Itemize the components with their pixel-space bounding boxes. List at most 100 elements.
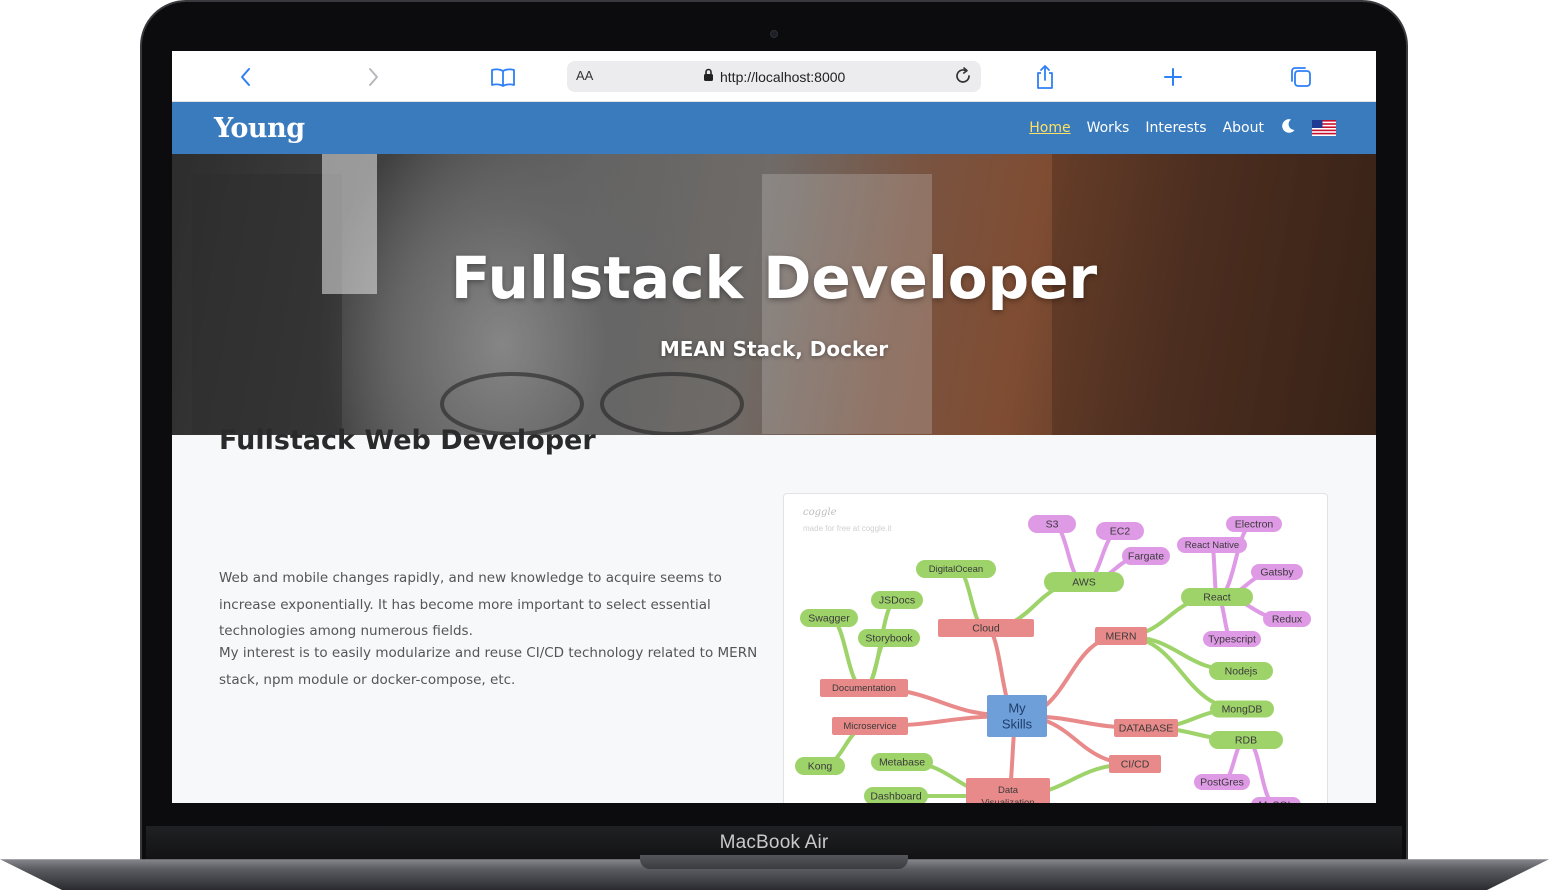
- hero-banner: Fullstack Developer MEAN Stack, Docker: [172, 154, 1376, 435]
- lock-icon: [703, 67, 714, 86]
- mindmap-link-react-electron: [1215, 522, 1256, 599]
- laptop-base-notch: [640, 855, 908, 869]
- mindmap-node-react-label: React: [1203, 592, 1231, 604]
- mindmap-node-mern-label: MERN: [1106, 631, 1137, 643]
- mindmap-node-mssql[interactable]: MsSQL: [1251, 797, 1301, 803]
- mindmap-node-nodejs-label: Nodejs: [1225, 666, 1258, 678]
- mindmap-node-aws-label: AWS: [1072, 577, 1096, 589]
- mindmap-node-ec2-label: EC2: [1110, 526, 1131, 538]
- mindmap-node-documentation[interactable]: Documentation: [820, 679, 908, 697]
- mindmap-node-typescript[interactable]: Typescript: [1203, 631, 1261, 647]
- mindmap-node-microservice[interactable]: Microservice: [832, 717, 908, 735]
- mindmap-node-fargate[interactable]: Fargate: [1122, 547, 1170, 565]
- mindmap-node-redux-label: Redux: [1272, 614, 1303, 626]
- mindmap-node-dataviz-label: Data: [998, 785, 1019, 796]
- mindmap-center-node[interactable]: MySkills: [987, 695, 1047, 737]
- mindmap-node-dataviz[interactable]: DataVisualization: [966, 778, 1050, 803]
- mindmap-node-microservice-label: Microservice: [843, 721, 896, 732]
- mindmap-node-mongodb-label: MongDB: [1222, 704, 1263, 716]
- browser-screen: AA http://localhost:8000 Young Home Work…: [172, 51, 1376, 803]
- moon-icon[interactable]: [1280, 118, 1296, 138]
- site-navbar: Young Home Works Interests About: [172, 102, 1376, 154]
- mindmap-node-swagger-label: Swagger: [808, 613, 850, 625]
- mindmap-node-dashboard[interactable]: Dashboard: [864, 787, 928, 803]
- nav-about[interactable]: About: [1223, 120, 1264, 136]
- mindmap-node-dashboard-label: Dashboard: [870, 791, 922, 803]
- mindmap-link-documentation-swagger: [827, 616, 866, 690]
- browser-toolbar: AA http://localhost:8000: [172, 51, 1376, 102]
- mindmap-node-reactnative[interactable]: React Native: [1177, 537, 1247, 553]
- mindmap-node-cicd[interactable]: CI/CD: [1109, 755, 1161, 773]
- mindmap-node-metabase[interactable]: Metabase: [871, 753, 933, 771]
- skills-mindmap: coggle made for free at coggle.it S3 EC2 F…: [783, 493, 1328, 803]
- section-heading: Fullstack Web Developer: [219, 425, 596, 456]
- mindmap-center-node-label: My: [1008, 700, 1026, 715]
- mindmap-node-reactnative-label: React Native: [1185, 540, 1239, 551]
- nav-home[interactable]: Home: [1029, 120, 1070, 136]
- mindmap-node-mern[interactable]: MERN: [1095, 627, 1147, 645]
- mindmap-node-gatsby-label: Gatsby: [1260, 567, 1294, 579]
- plus-icon[interactable]: [1160, 64, 1186, 90]
- share-icon[interactable]: [1032, 64, 1058, 90]
- reload-icon[interactable]: [953, 66, 973, 90]
- intro-paragraph-2: My interest is to easily modularize and …: [219, 645, 758, 688]
- us-flag-icon[interactable]: [1312, 120, 1336, 136]
- hero-title: Fullstack Developer: [450, 244, 1098, 312]
- mindmap-node-digitalocean-label: DigitalOcean: [929, 564, 983, 575]
- mindmap-node-redux[interactable]: Redux: [1263, 611, 1311, 627]
- mindmap-node-fargate-label: Fargate: [1128, 551, 1164, 563]
- mindmap-node-storybook-label: Storybook: [865, 633, 913, 645]
- mindmap-node-rdb[interactable]: RDB: [1209, 731, 1283, 749]
- mindmap-node-kong-label: Kong: [808, 761, 833, 773]
- mindmap-node-aws[interactable]: AWS: [1044, 572, 1124, 592]
- chevron-right-icon[interactable]: [360, 64, 386, 90]
- mindmap-node-database-label: DATABASE: [1119, 723, 1173, 735]
- mindmap-node-electron-label: Electron: [1235, 519, 1274, 531]
- mindmap-node-cicd-label: CI/CD: [1121, 759, 1150, 771]
- mindmap-node-rdb-label: RDB: [1235, 735, 1257, 747]
- mindmap-node-s3[interactable]: S3: [1028, 515, 1076, 533]
- mindmap-node-metabase-label: Metabase: [879, 757, 925, 769]
- mindmap-node-dataviz-label: Visualization: [981, 797, 1034, 803]
- mindmap-node-swagger[interactable]: Swagger: [800, 609, 858, 627]
- mindmap-node-jsdocs[interactable]: JSDocs: [871, 591, 923, 609]
- intro-paragraph-1: Web and mobile changes rapidly, and new …: [219, 570, 722, 639]
- device-label: MacBook Air: [719, 832, 829, 853]
- nav-links: Home Works Interests About: [1029, 118, 1336, 138]
- mindmap-node-cloud-label: Cloud: [972, 623, 1000, 635]
- mindmap-watermark: coggle: [803, 507, 837, 518]
- mindmap-node-cloud[interactable]: Cloud: [938, 619, 1034, 637]
- mindmap-node-postgres[interactable]: PostGres: [1194, 774, 1250, 790]
- mindmap-node-digitalocean[interactable]: DigitalOcean: [916, 560, 996, 578]
- mindmap-node-storybook[interactable]: Storybook: [858, 629, 920, 647]
- mindmap-canvas: coggle made for free at coggle.it S3 EC2 F…: [795, 507, 1311, 803]
- bookmarks-icon[interactable]: [490, 64, 516, 90]
- text-size-button[interactable]: AA: [576, 68, 593, 83]
- mindmap-watermark-sub: made for free at coggle.it: [803, 524, 892, 533]
- mindmap-node-postgres-label: PostGres: [1200, 777, 1244, 789]
- mindmap-node-documentation-label: Documentation: [832, 683, 896, 694]
- chevron-left-icon[interactable]: [233, 64, 259, 90]
- mindmap-node-nodejs[interactable]: Nodejs: [1209, 662, 1273, 680]
- mindmap-node-mongodb[interactable]: MongDB: [1210, 700, 1274, 718]
- mindmap-node-electron[interactable]: Electron: [1226, 516, 1282, 532]
- mindmap-node-kong[interactable]: Kong: [795, 757, 845, 775]
- tabs-icon[interactable]: [1288, 64, 1314, 90]
- mindmap-node-react[interactable]: React: [1181, 588, 1253, 606]
- nav-works[interactable]: Works: [1087, 120, 1130, 136]
- url-text[interactable]: http://localhost:8000: [720, 69, 845, 85]
- mindmap-node-typescript-label: Typescript: [1208, 634, 1256, 646]
- camera-icon: [770, 30, 778, 38]
- nav-interests[interactable]: Interests: [1145, 120, 1206, 136]
- mindmap-link-rdb-mssql: [1244, 738, 1277, 803]
- mindmap-center-node-label: Skills: [1002, 716, 1033, 731]
- mindmap-node-jsdocs-label: JSDocs: [879, 595, 915, 607]
- mindmap-node-mssql-label: MsSQL: [1258, 800, 1293, 804]
- brand-logo[interactable]: Young: [214, 113, 305, 144]
- address-bar[interactable]: AA http://localhost:8000: [567, 61, 981, 92]
- mindmap-node-ec2[interactable]: EC2: [1096, 522, 1144, 540]
- mindmap-node-gatsby[interactable]: Gatsby: [1251, 564, 1303, 580]
- mindmap-node-s3-label: S3: [1046, 519, 1059, 531]
- mindmap-node-database[interactable]: DATABASE: [1114, 719, 1178, 737]
- hero-subtitle: MEAN Stack, Docker: [659, 337, 889, 361]
